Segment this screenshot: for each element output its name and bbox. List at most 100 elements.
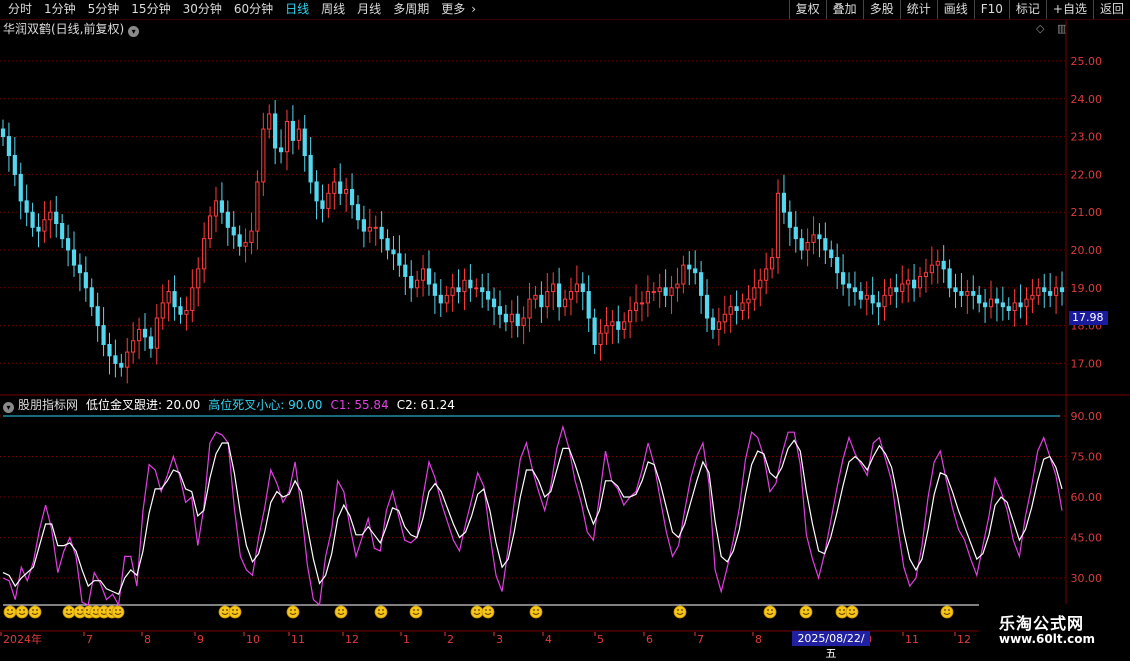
- smiley-eye: [338, 609, 340, 611]
- action-button-0[interactable]: 复权: [788, 0, 826, 19]
- candle-body: [462, 279, 467, 293]
- candle-body: [965, 291, 970, 296]
- candle-body: [456, 287, 461, 293]
- time-axis-label: 4: [545, 633, 552, 646]
- candle-body: [207, 215, 213, 240]
- period-tab-8[interactable]: 月线: [351, 0, 387, 19]
- candle-body: [166, 291, 171, 304]
- time-axis-label: 7: [697, 633, 704, 646]
- indicator-axis-label: 75.00: [1071, 451, 1103, 464]
- candle-body: [367, 226, 372, 232]
- chart-corner-icons: ◇ ▥: [1036, 22, 1067, 35]
- more-arrow-icon[interactable]: ›: [471, 0, 482, 19]
- indicator-axis-label: 60.00: [1071, 491, 1103, 504]
- time-axis-label: 12: [345, 633, 359, 646]
- action-button-6[interactable]: 标记: [1008, 0, 1046, 19]
- main-chart[interactable]: 25.0024.0023.0022.0021.0020.0019.0018.00…: [0, 0, 1130, 650]
- candle-body: [568, 291, 574, 300]
- action-button-4[interactable]: 画线: [936, 0, 974, 19]
- candle-body: [6, 136, 12, 157]
- candle-body: [503, 313, 508, 323]
- candle-body: [876, 302, 881, 308]
- smiley-eye: [226, 609, 228, 611]
- candle-body: [273, 113, 278, 149]
- price-axis-label: 24.00: [1071, 93, 1103, 106]
- indicator-options-icon[interactable]: ▾: [3, 402, 14, 413]
- period-tab-9[interactable]: 多周期: [387, 0, 435, 19]
- candle-body: [1018, 302, 1023, 308]
- indicator-axis: 90.00 75.00 60.00 45.00 30.00: [1071, 410, 1103, 585]
- candle-body: [598, 332, 603, 346]
- action-button-8[interactable]: 返回: [1092, 0, 1130, 19]
- smiley-eye: [77, 609, 79, 611]
- chart-grid: [0, 20, 1130, 650]
- period-tab-5[interactable]: 60分钟: [228, 0, 279, 19]
- candle-body: [900, 283, 905, 293]
- period-tab-6[interactable]: 日线: [279, 0, 315, 19]
- candle-body: [302, 128, 307, 156]
- action-button-5[interactable]: F10: [973, 0, 1009, 19]
- chart-options-icon[interactable]: ▾: [128, 26, 140, 37]
- smiley-mouth: [943, 612, 951, 615]
- smiley-eye: [105, 609, 107, 611]
- smiley-eye: [86, 609, 88, 611]
- candle-body: [267, 113, 272, 130]
- smiley-mouth: [412, 612, 420, 615]
- period-tab-10[interactable]: 更多: [435, 0, 471, 19]
- time-axis-label: 5: [597, 633, 604, 646]
- time-axis-label: 2: [447, 633, 454, 646]
- smiley-eye: [19, 609, 21, 611]
- period-tab-1[interactable]: 1分钟: [38, 0, 82, 19]
- candle-body: [870, 294, 875, 304]
- candle-body: [633, 302, 639, 311]
- candle-body: [947, 268, 952, 289]
- price-axis-label: 19.00: [1071, 282, 1103, 295]
- smiley-eye: [36, 609, 38, 611]
- time-axis-label: 12: [957, 633, 971, 646]
- smiley-icon: [28, 605, 42, 619]
- smiley-eye: [294, 609, 296, 611]
- candle-body: [663, 287, 668, 296]
- time-axis-label: 8: [755, 633, 762, 646]
- candle-body: [24, 200, 29, 213]
- period-tab-3[interactable]: 15分钟: [125, 0, 176, 19]
- diamond-icon[interactable]: ◇: [1036, 22, 1044, 35]
- action-button-1[interactable]: 叠加: [825, 0, 863, 19]
- action-button-2[interactable]: 多股: [862, 0, 900, 19]
- smiley-mouth: [231, 612, 239, 615]
- candle-body: [728, 306, 733, 315]
- smiley-eye: [807, 609, 809, 611]
- smiley-eye: [485, 609, 487, 611]
- panel-toggle-icon[interactable]: ▥: [1057, 22, 1067, 35]
- smiley-mouth: [76, 612, 84, 615]
- period-tab-4[interactable]: 30分钟: [177, 0, 228, 19]
- period-tab-0[interactable]: 分时: [2, 0, 38, 19]
- action-button-7[interactable]: +自选: [1045, 0, 1093, 19]
- indicator-axis-label: 45.00: [1071, 532, 1103, 545]
- candle-body: [551, 283, 556, 293]
- candle-body: [42, 219, 47, 232]
- smiley-eye: [342, 609, 344, 611]
- chart-title-text: 华润双鹤(日线,前复权): [3, 22, 125, 36]
- candle-body: [314, 181, 319, 202]
- candle-body: [219, 200, 224, 213]
- candle-body: [36, 226, 41, 232]
- candle-body: [935, 260, 940, 266]
- candle-body: [113, 355, 118, 364]
- candle-body: [527, 298, 532, 319]
- smiley-eye: [771, 609, 773, 611]
- time-axis-label: 6: [646, 633, 653, 646]
- smiley-icon: [334, 605, 348, 619]
- smiley-eye: [533, 609, 535, 611]
- action-button-3[interactable]: 统计: [899, 0, 937, 19]
- period-tab-7[interactable]: 周线: [315, 0, 351, 19]
- candle-body: [296, 128, 301, 141]
- smiley-mouth: [92, 612, 100, 615]
- candle-body: [977, 294, 982, 304]
- candle-body: [125, 351, 130, 368]
- candle-body: [1053, 287, 1059, 296]
- candle-body: [1000, 302, 1005, 308]
- current-price-tag: 17.98: [1069, 311, 1108, 325]
- period-tab-2[interactable]: 5分钟: [82, 0, 126, 19]
- candle-body: [959, 291, 964, 296]
